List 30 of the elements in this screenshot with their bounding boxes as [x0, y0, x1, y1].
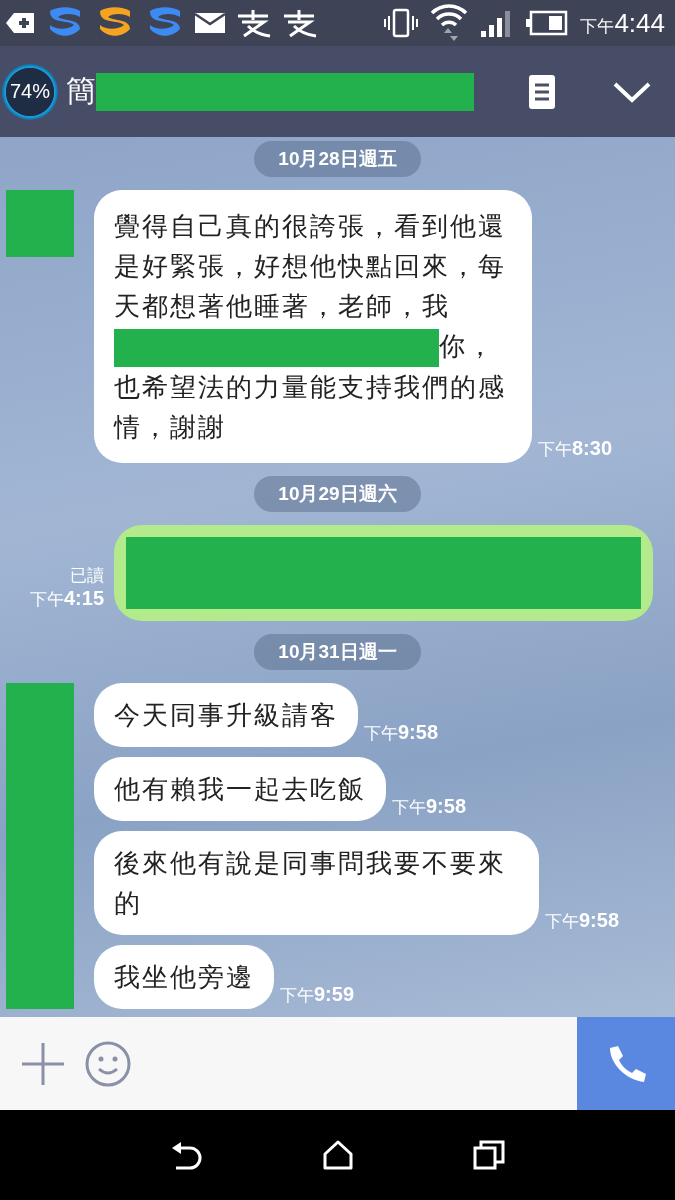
message-time: 下午9:59 [280, 982, 355, 1007]
emoji-icon[interactable] [84, 1039, 132, 1088]
message-time: 下午9:58 [545, 908, 620, 933]
read-receipt: 已讀 [70, 564, 104, 587]
vibrate-icon [384, 8, 419, 38]
mail-icon [194, 11, 226, 35]
message-time: 下午8:30 [538, 436, 613, 461]
date-label: 10月28日週五 [254, 141, 421, 177]
message-bubble: 我坐他旁邊 [94, 944, 274, 1009]
add-icon[interactable] [20, 1040, 66, 1087]
notification-icon [6, 11, 36, 35]
message-time: 下午4:15 [29, 586, 104, 611]
chat-title: 簡 [66, 72, 96, 110]
message-bubble: 覺得自己真的很誇張，看到他還是好緊張，好想他快點回來，每天都想著他睡著，老師，我 你，也希望法的力量能支持我們的感情，謝謝 [94, 190, 532, 463]
recent-apps-icon[interactable] [473, 1140, 506, 1170]
home-icon[interactable] [323, 1140, 354, 1170]
message-time: 下午9:58 [392, 794, 467, 819]
date-label: 10月31日週一 [254, 633, 421, 670]
message-bubble: 他有賴我一起去吃飯 [94, 756, 386, 821]
clock: 下午4:44 [580, 7, 665, 39]
wifi-icon [430, 3, 469, 43]
chevron-down-icon[interactable] [613, 80, 651, 103]
notes-icon[interactable] [529, 74, 555, 109]
call-button[interactable] [577, 1017, 675, 1110]
message-bubble: 今天同事升級請客 [94, 682, 358, 747]
message-bubble: 後來他有說是同事問我要不要來的 [94, 830, 539, 935]
memory-widget[interactable]: 74% [2, 63, 58, 120]
date-label: 10月29日週六 [254, 475, 421, 512]
message-time: 下午9:58 [364, 720, 439, 745]
battery-icon [526, 10, 569, 36]
